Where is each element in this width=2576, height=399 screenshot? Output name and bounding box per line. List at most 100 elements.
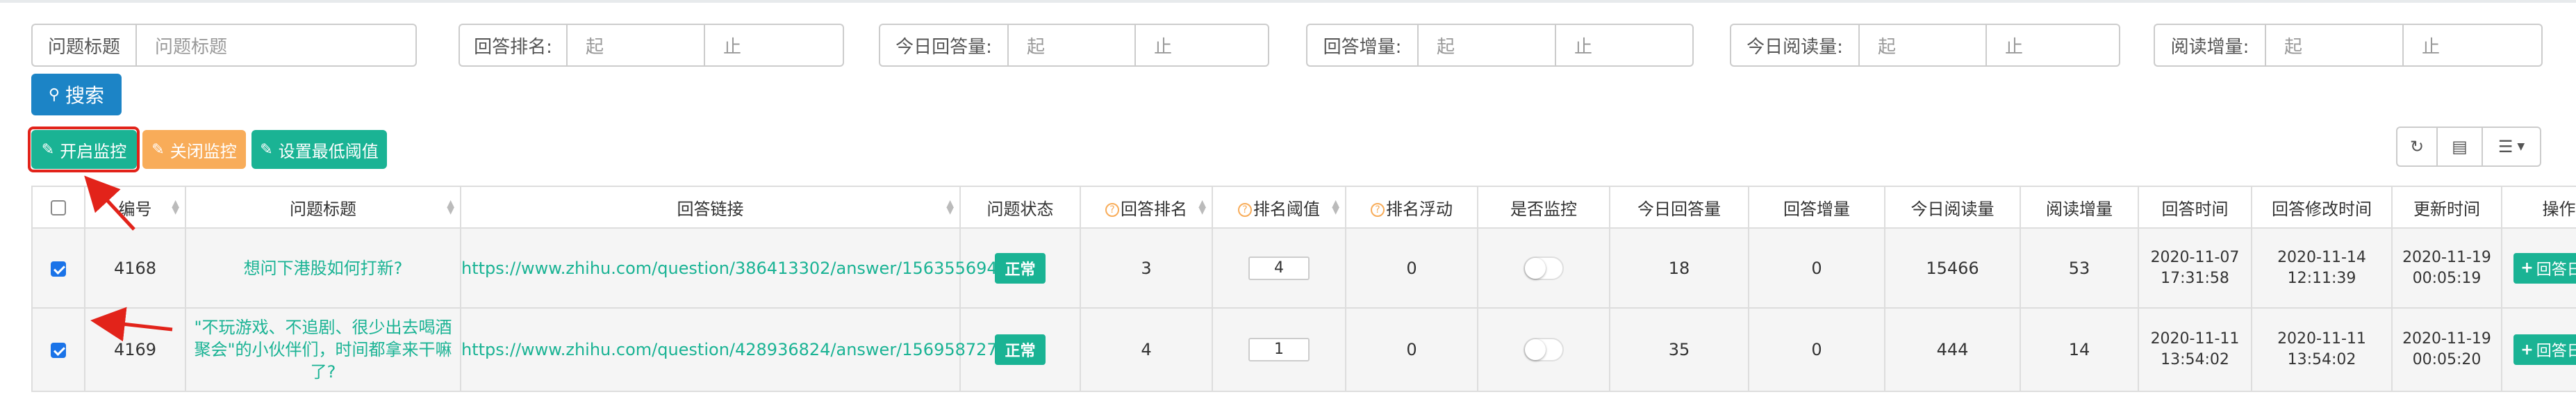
top-divider bbox=[0, 0, 2576, 3]
set-min-threshold-label: 设置最低阈值 bbox=[278, 141, 379, 161]
row-today-reads: 444 bbox=[1884, 307, 2021, 392]
row-today-reads: 15466 bbox=[1884, 227, 2021, 309]
row-update-time: 2020-11-19 00:05:19 bbox=[2391, 227, 2502, 309]
row-read-increment: 53 bbox=[2020, 227, 2139, 309]
row-id: 4169 bbox=[84, 307, 186, 392]
row-threshold-cell: 1 bbox=[1212, 307, 1346, 392]
question-title-input[interactable]: 问题标题 bbox=[135, 24, 417, 67]
table-row: 4168 想问下港股如何打新? https://www.zhihu.com/qu… bbox=[31, 227, 2576, 309]
row-title[interactable]: "不玩游戏、不追剧、很少出去喝酒 聚会"的小伙伴们，时间都拿来干嘛 了? bbox=[185, 307, 461, 392]
row-answer-time: 2020-11-11 13:54:02 bbox=[2138, 307, 2252, 392]
table-tools: ↻ ▤ ☰ ▼ bbox=[2396, 127, 2541, 167]
filter-label: 今日阅读量: bbox=[1730, 24, 1858, 67]
answer-rank-from-input[interactable]: 起 bbox=[566, 24, 705, 67]
threshold-input[interactable]: 4 bbox=[1248, 256, 1310, 280]
sort-icon: ▲ ▼ bbox=[172, 198, 179, 216]
filter-label: 回答增量: bbox=[1306, 24, 1417, 67]
help-icon: ? bbox=[1238, 202, 1252, 217]
refresh-icon: ↻ bbox=[2409, 137, 2425, 156]
sort-icon: ▲ ▼ bbox=[946, 198, 954, 216]
row-modify-time: 2020-11-11 13:54:02 bbox=[2251, 307, 2393, 392]
today-reads-from-input[interactable]: 起 bbox=[1858, 24, 1987, 67]
row-today-answers: 18 bbox=[1609, 227, 1749, 309]
row-answer-link[interactable]: https://www.zhihu.com/question/386413302… bbox=[460, 227, 1008, 309]
monitor-toggle[interactable] bbox=[1524, 256, 1564, 280]
answer-rank-to-input[interactable]: 止 bbox=[705, 24, 844, 67]
row-today-answers: 35 bbox=[1609, 307, 1749, 392]
row-float: 0 bbox=[1345, 227, 1478, 309]
threshold-input[interactable]: 1 bbox=[1248, 338, 1310, 361]
col-header-rank[interactable]: ? 回答排名 ▲ ▼ bbox=[1080, 186, 1213, 229]
col-header-float: ? 排名浮动 bbox=[1345, 186, 1478, 229]
row-id: 4168 bbox=[84, 227, 186, 309]
filter-today-answers: 今日回答量: 起 止 bbox=[879, 24, 1269, 67]
row-rank: 3 bbox=[1080, 227, 1213, 309]
row-threshold-cell: 4 bbox=[1212, 227, 1346, 309]
status-badge: 正常 bbox=[995, 252, 1046, 284]
row-read-increment: 14 bbox=[2020, 307, 2139, 392]
answer-increment-to-input[interactable]: 止 bbox=[1556, 24, 1694, 67]
status-badge: 正常 bbox=[995, 334, 1046, 365]
read-increment-from-input[interactable]: 起 bbox=[2265, 24, 2404, 67]
columns-button[interactable]: ☰ ▼ bbox=[2483, 127, 2541, 167]
col-header-answer-time: 回答时间 bbox=[2138, 186, 2252, 229]
col-header-link[interactable]: 回答链接 ▲ ▼ bbox=[460, 186, 961, 229]
card-view-icon: ▤ bbox=[2452, 137, 2468, 156]
row-answer-increment: 0 bbox=[1748, 307, 1885, 392]
col-header-update-time: 更新时间 bbox=[2391, 186, 2502, 229]
read-increment-to-input[interactable]: 止 bbox=[2404, 24, 2543, 67]
sort-icon: ▲ ▼ bbox=[1198, 198, 1206, 216]
col-header-threshold[interactable]: ? 排名阈值 ▲ ▼ bbox=[1212, 186, 1346, 229]
row-title[interactable]: 想问下港股如何打新? bbox=[185, 227, 461, 309]
search-button[interactable]: ⚲ 搜索 bbox=[31, 74, 122, 115]
list-icon: ☰ bbox=[2497, 137, 2513, 156]
toggle-view-button[interactable]: ▤ bbox=[2438, 127, 2483, 167]
col-header-today-reads: 今日阅读量 bbox=[1884, 186, 2021, 229]
row-checkbox[interactable] bbox=[51, 343, 66, 358]
col-header-answer-increment: 回答增量 bbox=[1748, 186, 1885, 229]
filter-answer-increment: 回答增量: 起 止 bbox=[1306, 24, 1694, 67]
search-icon: ⚲ bbox=[48, 86, 60, 104]
set-min-threshold-button[interactable]: ✎ 设置最低阈值 bbox=[251, 130, 387, 169]
row-modify-time: 2020-11-14 12:11:39 bbox=[2251, 227, 2393, 309]
row-rank: 4 bbox=[1080, 307, 1213, 392]
row-answer-link[interactable]: https://www.zhihu.com/question/428936824… bbox=[460, 307, 1008, 392]
col-header-today-answers: 今日回答量 bbox=[1609, 186, 1749, 229]
select-all-cell bbox=[31, 186, 85, 229]
row-select-cell bbox=[31, 227, 85, 309]
col-header-action: 操作 bbox=[2501, 186, 2576, 229]
row-checkbox[interactable] bbox=[51, 261, 66, 277]
close-monitor-label: 关闭监控 bbox=[170, 141, 237, 161]
help-icon: ? bbox=[1371, 202, 1385, 217]
filter-question-title: 问题标题 问题标题 bbox=[31, 24, 417, 67]
filter-answer-rank: 回答排名: 起 止 bbox=[459, 24, 844, 67]
select-all-checkbox[interactable] bbox=[51, 200, 66, 215]
row-select-cell bbox=[31, 307, 85, 392]
filter-label: 今日回答量: bbox=[879, 24, 1007, 67]
col-header-status: 问题状态 bbox=[959, 186, 1081, 229]
col-header-title[interactable]: 问题标题 ▲ ▼ bbox=[185, 186, 461, 229]
help-icon: ? bbox=[1105, 202, 1119, 217]
sort-icon: ▲ ▼ bbox=[447, 198, 454, 216]
row-answer-increment: 0 bbox=[1748, 227, 1885, 309]
today-answers-to-input[interactable]: 止 bbox=[1136, 24, 1269, 67]
answer-increment-from-input[interactable]: 起 bbox=[1417, 24, 1556, 67]
answer-log-button[interactable]: +回答日志 bbox=[2513, 252, 2576, 284]
plus-icon: + bbox=[2520, 259, 2534, 277]
filter-today-reads: 今日阅读量: 起 止 bbox=[1730, 24, 2120, 67]
monitor-toggle[interactable] bbox=[1524, 338, 1564, 361]
table-header-row: 编号 ▲ ▼ 问题标题 ▲ ▼ 回答链接 ▲ ▼ 问题状态 ? 回答排名 ▲ ▼ ? 排名阈值 ▲ ▼ … bbox=[31, 186, 2576, 229]
close-monitor-button[interactable]: ✎ 关闭监控 bbox=[142, 130, 246, 169]
today-answers-from-input[interactable]: 起 bbox=[1007, 24, 1136, 67]
refresh-button[interactable]: ↻ bbox=[2396, 127, 2438, 167]
filter-label: 阅读增量: bbox=[2154, 24, 2265, 67]
row-action-cell: +回答日志 bbox=[2501, 227, 2576, 309]
col-header-id[interactable]: 编号 ▲ ▼ bbox=[84, 186, 186, 229]
filter-read-increment: 阅读增量: 起 止 bbox=[2154, 24, 2543, 67]
sort-icon: ▲ ▼ bbox=[1332, 198, 1339, 216]
row-update-time: 2020-11-19 00:05:20 bbox=[2391, 307, 2502, 392]
filter-label: 问题标题 bbox=[31, 24, 135, 67]
highlight-box bbox=[28, 127, 140, 172]
today-reads-to-input[interactable]: 止 bbox=[1987, 24, 2120, 67]
answer-log-button[interactable]: +回答日志 bbox=[2513, 334, 2576, 365]
